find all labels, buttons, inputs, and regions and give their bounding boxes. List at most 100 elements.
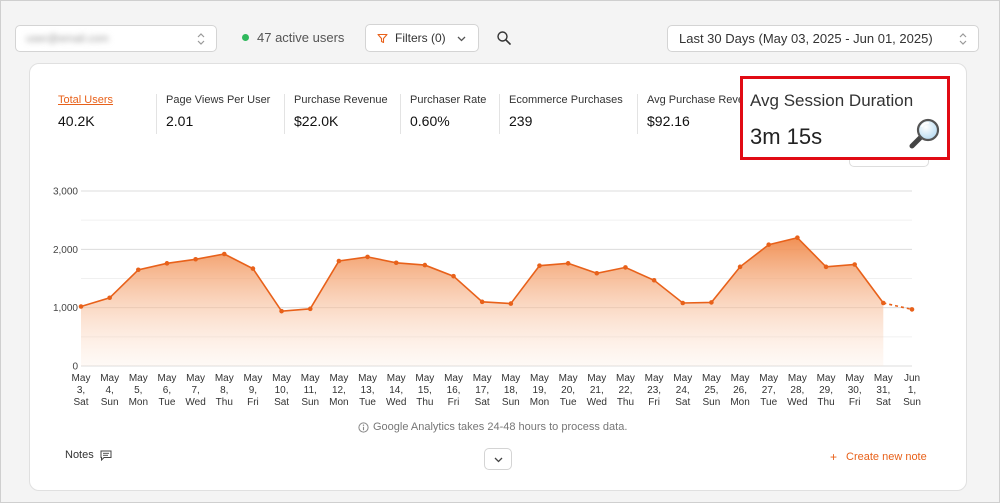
data-point[interactable] bbox=[766, 242, 772, 247]
data-point[interactable] bbox=[737, 264, 743, 270]
divider bbox=[499, 94, 500, 134]
create-new-note-link[interactable]: + Create new note bbox=[830, 450, 927, 464]
data-point[interactable] bbox=[565, 261, 571, 266]
x-tick-label: May 4, Sun bbox=[100, 373, 119, 408]
x-tick-label: May 26, Mon bbox=[730, 373, 749, 408]
highlight-metric-value: 3m 15s bbox=[750, 124, 823, 149]
y-tick-label: 2,000 bbox=[53, 245, 78, 256]
x-tick-label: May 20, Tue bbox=[559, 373, 578, 408]
x-tick-label: May 12, Mon bbox=[329, 373, 348, 408]
notes-toggle[interactable]: Notes bbox=[65, 449, 112, 461]
x-tick-label: May 22, Thu bbox=[616, 373, 635, 408]
highlight-metric-label: Avg Session Duration bbox=[750, 91, 914, 110]
metric-purchase-revenue[interactable]: Purchase Revenue $22.0K bbox=[284, 94, 388, 134]
data-point[interactable] bbox=[479, 299, 485, 305]
data-point[interactable] bbox=[451, 273, 456, 279]
data-point[interactable] bbox=[823, 264, 829, 270]
chevron-down-icon bbox=[457, 36, 466, 42]
x-tick-label: May 15, Thu bbox=[415, 373, 434, 408]
data-point[interactable] bbox=[279, 308, 284, 314]
data-point[interactable] bbox=[594, 270, 600, 276]
data-point[interactable] bbox=[221, 251, 227, 257]
metric-ecommerce-purchases[interactable]: Ecommerce Purchases 239 bbox=[499, 94, 623, 134]
divider bbox=[637, 94, 638, 134]
data-point[interactable] bbox=[508, 301, 514, 306]
data-point[interactable] bbox=[795, 235, 800, 240]
data-point[interactable] bbox=[709, 300, 714, 305]
search-icon[interactable] bbox=[496, 30, 512, 46]
metric-purchaser-rate[interactable]: Purchaser Rate 0.60% bbox=[400, 94, 487, 134]
date-range-value: Last 30 Days (May 03, 2025 - Jun 01, 202… bbox=[679, 31, 933, 46]
data-point[interactable] bbox=[537, 263, 542, 268]
y-tick-label: 3,000 bbox=[53, 187, 78, 198]
data-point[interactable] bbox=[78, 304, 84, 309]
x-tick-label: May 8, Thu bbox=[215, 373, 234, 408]
x-tick-label: May 14, Wed bbox=[386, 373, 406, 408]
x-tick-label: Jun 1, Sun bbox=[903, 373, 921, 408]
divider bbox=[156, 94, 157, 134]
x-tick-label: May 5, Mon bbox=[129, 373, 148, 408]
active-users-text: 47 active users bbox=[257, 30, 345, 45]
data-point[interactable] bbox=[164, 261, 170, 266]
x-tick-label: May 10, Sat bbox=[272, 373, 291, 408]
data-point[interactable] bbox=[909, 307, 915, 312]
filter-icon bbox=[377, 33, 388, 43]
info-icon bbox=[358, 421, 369, 433]
x-tick-label: May 28, Wed bbox=[787, 373, 807, 408]
notes-label: Notes bbox=[65, 449, 94, 461]
x-tick-label: May 18, Sun bbox=[501, 373, 520, 408]
metric-value: 40.2K bbox=[58, 113, 95, 129]
data-point[interactable] bbox=[250, 266, 256, 271]
divider bbox=[284, 94, 285, 134]
y-tick-label: 1,000 bbox=[53, 303, 78, 314]
data-point[interactable] bbox=[651, 277, 657, 283]
metric-value: $22.0K bbox=[294, 113, 339, 129]
metric-page-views-per-user[interactable]: Page Views Per User 2.01 bbox=[156, 94, 271, 134]
data-point[interactable] bbox=[365, 254, 370, 260]
chevron-down-icon bbox=[494, 457, 502, 462]
app-frame: user@email.com 47 active users Filters (… bbox=[0, 0, 1000, 503]
data-processing-note: Google Analytics takes 24-48 hours to pr… bbox=[358, 421, 627, 433]
x-tick-label: May 13, Tue bbox=[358, 373, 377, 408]
x-tick-label: May 21, Wed bbox=[587, 373, 607, 408]
x-tick-label: May 3, Sat bbox=[72, 373, 91, 408]
data-point[interactable] bbox=[680, 300, 686, 306]
x-tick-label: May 24, Sat bbox=[673, 373, 692, 408]
x-tick-label: May 6, Tue bbox=[158, 373, 177, 408]
x-tick-label: May 30, Fri bbox=[845, 373, 864, 408]
active-users-indicator: 47 active users bbox=[242, 30, 344, 45]
x-tick-label: May 25, Sun bbox=[702, 373, 721, 408]
data-point[interactable] bbox=[336, 258, 342, 264]
filters-label: Filters (0) bbox=[395, 31, 446, 45]
metric-label: Page Views Per User bbox=[166, 94, 271, 106]
x-tick-label: May 17, Sat bbox=[473, 373, 492, 408]
up-down-chevron-icon bbox=[197, 33, 205, 45]
data-point[interactable] bbox=[852, 262, 857, 267]
data-point[interactable] bbox=[623, 265, 628, 270]
y-tick-label: 0 bbox=[72, 362, 78, 373]
magnifier-icon bbox=[909, 118, 940, 149]
expand-notes-button[interactable] bbox=[484, 448, 512, 470]
data-point[interactable] bbox=[193, 256, 198, 262]
metric-label: Purchaser Rate bbox=[410, 94, 487, 106]
series-line-incomplete bbox=[883, 302, 913, 311]
online-dot-icon bbox=[242, 34, 249, 41]
metric-total-users[interactable]: Total Users 40.2K bbox=[58, 94, 113, 134]
data-point[interactable] bbox=[393, 260, 399, 266]
data-point[interactable] bbox=[136, 267, 141, 273]
data-processing-text: Google Analytics takes 24-48 hours to pr… bbox=[373, 421, 628, 433]
metric-value: 239 bbox=[509, 113, 533, 129]
x-tick-label: May 31, Sat bbox=[874, 373, 893, 408]
data-point[interactable] bbox=[107, 295, 112, 301]
metric-value: 0.60% bbox=[410, 113, 450, 129]
site-select[interactable]: user@email.com bbox=[15, 25, 217, 52]
metric-avg-session-duration[interactable]: Avg Session Duration 3m 15s bbox=[740, 76, 950, 160]
data-point[interactable] bbox=[422, 262, 428, 268]
data-point[interactable] bbox=[881, 300, 886, 306]
sessions-area-chart: 0 1,000 2,000 3,000 May 3, Sat May 4, Sun May 5, Mo… bbox=[53, 187, 921, 409]
x-tick-label: May 27, Tue bbox=[759, 373, 778, 408]
date-range-select[interactable]: Last 30 Days (May 03, 2025 - Jun 01, 202… bbox=[667, 25, 979, 52]
data-point[interactable] bbox=[307, 306, 313, 312]
x-tick-label: May 7, Wed bbox=[185, 373, 205, 408]
filters-button[interactable]: Filters (0) bbox=[365, 24, 479, 52]
